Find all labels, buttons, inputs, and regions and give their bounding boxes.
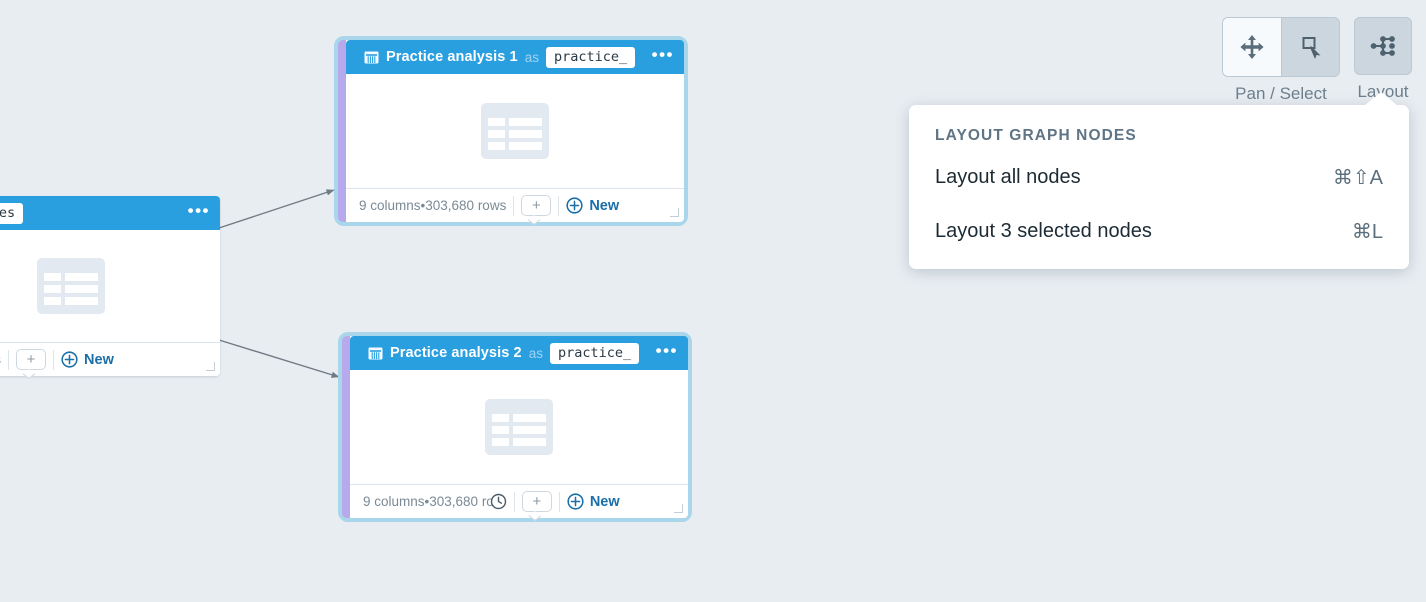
graph-canvas[interactable]: practices ••• 3,680 rows + xyxy=(0,0,1426,602)
new-node-label: New xyxy=(589,493,620,510)
layout-tool-button[interactable] xyxy=(1354,17,1412,75)
resize-handle[interactable] xyxy=(206,362,215,371)
resize-handle[interactable] xyxy=(674,504,683,513)
pan-tool-button[interactable] xyxy=(1223,18,1281,76)
menu-item-label: Layout 3 selected nodes xyxy=(935,220,1152,242)
new-node-label: New xyxy=(589,197,620,214)
menu-item-layout-selected-nodes[interactable]: Layout 3 selected nodes ⌘L xyxy=(909,210,1409,253)
menu-item-label: Layout all nodes xyxy=(935,166,1081,188)
alias-keyword: as xyxy=(524,49,539,65)
node-header[interactable]: practices ••• xyxy=(0,196,220,230)
add-comment-button[interactable]: + xyxy=(521,195,552,216)
menu-item-layout-all-nodes[interactable]: Layout all nodes ⌘⇧A xyxy=(909,156,1409,199)
table-placeholder-icon xyxy=(485,399,553,455)
divider xyxy=(8,349,10,370)
select-tool-button[interactable] xyxy=(1281,18,1339,76)
node-title: Practice analysis 2 xyxy=(390,345,522,361)
node-rows-count: 303,680 ro xyxy=(429,494,494,509)
node-rows-count: 3,680 rows xyxy=(0,352,1,367)
clock-icon[interactable] xyxy=(490,493,507,510)
node-body xyxy=(346,74,684,188)
ellipsis-icon[interactable]: ••• xyxy=(188,202,210,221)
table-icon xyxy=(368,347,383,359)
divider xyxy=(513,195,515,216)
graph-node-practices[interactable]: practices ••• 3,680 rows + xyxy=(0,196,220,376)
table-placeholder-icon xyxy=(481,103,549,159)
node-accent-bar xyxy=(338,40,346,222)
node-columns-count: 9 columns xyxy=(359,198,421,213)
plus-circle-icon xyxy=(61,351,78,368)
node-footer: 3,680 rows + New xyxy=(0,342,220,376)
node-rows-count: 303,680 rows xyxy=(425,198,507,213)
move-arrows-icon xyxy=(1240,35,1264,59)
add-comment-button[interactable]: + xyxy=(521,491,552,512)
marquee-select-icon xyxy=(1302,37,1320,59)
resize-handle[interactable] xyxy=(670,208,679,217)
ellipsis-icon[interactable]: ••• xyxy=(656,342,678,361)
ellipsis-icon[interactable]: ••• xyxy=(652,46,674,65)
canvas-toolbar: Pan / Select Layout xyxy=(1222,17,1412,104)
add-comment-button[interactable]: + xyxy=(16,349,47,370)
node-alias: practice_ xyxy=(545,46,636,68)
node-body xyxy=(0,230,220,342)
menu-caret xyxy=(1364,92,1398,106)
node-alias: practice_ xyxy=(549,342,640,364)
pan-select-label: Pan / Select xyxy=(1235,84,1327,103)
layout-group: Layout xyxy=(1354,17,1412,102)
graph-node-practice-analysis-2[interactable]: Practice analysis 2 as practice_ ••• 9 c… xyxy=(338,332,692,522)
edge-practices-to-analysis-1 xyxy=(218,189,335,229)
plus-circle-icon xyxy=(567,493,584,510)
menu-title: LAYOUT GRAPH NODES xyxy=(935,127,1137,144)
divider xyxy=(513,491,515,512)
divider xyxy=(558,195,560,216)
menu-item-shortcut: ⌘⇧A xyxy=(1332,167,1383,189)
menu-item-shortcut: ⌘L xyxy=(1351,221,1383,243)
divider xyxy=(53,349,55,370)
new-node-button[interactable]: New xyxy=(566,197,619,214)
layout-context-menu: LAYOUT GRAPH NODES Layout all nodes ⌘⇧A … xyxy=(909,92,1409,269)
node-title: Practice analysis 1 xyxy=(386,49,518,65)
new-node-button[interactable]: New xyxy=(567,493,620,510)
plus-circle-icon xyxy=(566,197,583,214)
node-footer: 9 columns • 303,680 rows + New xyxy=(346,188,684,222)
alias-keyword: as xyxy=(528,345,543,361)
graph-node-practice-analysis-1[interactable]: Practice analysis 1 as practice_ ••• 9 c… xyxy=(334,36,688,226)
table-icon xyxy=(364,51,379,63)
node-columns-count: 9 columns xyxy=(363,494,425,509)
node-body xyxy=(350,370,688,484)
node-footer: 9 columns • 303,680 ro + New xyxy=(350,484,688,518)
table-placeholder-icon xyxy=(37,258,105,314)
edge-practices-to-analysis-2 xyxy=(218,339,340,378)
node-header[interactable]: Practice analysis 1 as practice_ ••• xyxy=(346,40,684,74)
pan-select-segmented-control xyxy=(1222,17,1340,77)
node-header[interactable]: Practice analysis 2 as practice_ ••• xyxy=(350,336,688,370)
graph-layout-icon xyxy=(1370,36,1395,56)
divider xyxy=(558,491,560,512)
node-alias: practices xyxy=(0,202,24,224)
new-node-button[interactable]: New xyxy=(61,351,114,368)
new-node-label: New xyxy=(84,351,114,368)
pan-select-group: Pan / Select xyxy=(1222,17,1340,104)
node-accent-bar xyxy=(342,336,350,518)
